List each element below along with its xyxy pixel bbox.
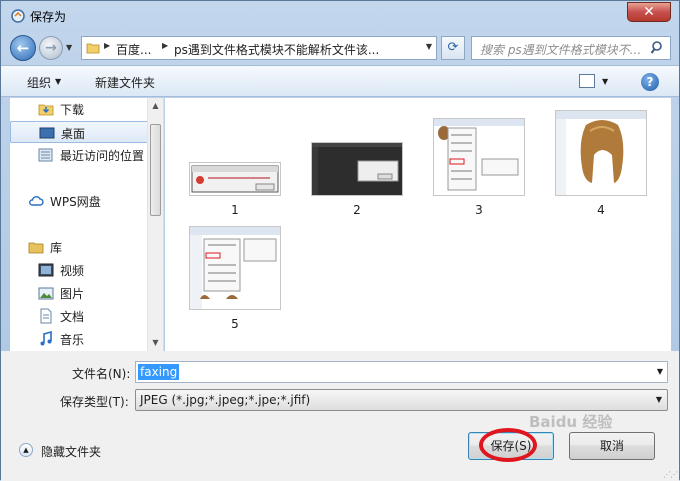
- close-button[interactable]: ✕: [627, 2, 671, 22]
- video-icon: [38, 263, 54, 277]
- view-dropdown-icon[interactable]: ▼: [602, 77, 608, 86]
- file-thumbnail: [433, 118, 525, 196]
- search-icon[interactable]: [650, 40, 666, 56]
- sidebar-item-label: 最近访问的位置: [60, 149, 145, 163]
- watermark: Baidu 经验: [529, 413, 613, 431]
- filename-label: 文件名(N):: [72, 367, 131, 381]
- scroll-thumb[interactable]: [150, 124, 161, 216]
- filetype-dropdown-icon[interactable]: ▼: [656, 395, 662, 404]
- sidebar-item-label: 库: [50, 241, 63, 255]
- sidebar-item-recent[interactable]: 最近访问的位置: [10, 144, 150, 166]
- address-bar[interactable]: ▶ 百度... ▶ ps遇到文件格式模块不能解析文件该... ▼: [81, 36, 437, 60]
- help-button[interactable]: ?: [641, 73, 659, 91]
- filetype-value: JPEG (*.jpg;*.jpeg;*.jpe;*.jfif): [140, 393, 311, 407]
- sidebar-item-wps-cloud[interactable]: WPS网盘: [10, 190, 150, 212]
- sidebar-item-label: WPS网盘: [50, 195, 101, 209]
- address-dropdown-icon[interactable]: ▼: [426, 42, 432, 51]
- sidebar-item-label: 视频: [60, 264, 85, 278]
- scroll-up-icon[interactable]: ▲: [148, 98, 163, 114]
- file-name: 3: [475, 203, 483, 217]
- highlight-annotation: [479, 428, 537, 462]
- filename-dropdown-icon[interactable]: ▼: [657, 367, 663, 376]
- search-placeholder: 搜索 ps遇到文件格式模块不...: [480, 43, 642, 57]
- sidebar-item-label: 桌面: [61, 127, 86, 141]
- file-item[interactable]: 2: [311, 142, 403, 218]
- file-item[interactable]: 3: [433, 118, 525, 218]
- file-thumbnail: [555, 110, 647, 196]
- recent-places-icon: [38, 148, 53, 162]
- search-input[interactable]: 搜索 ps遇到文件格式模块不...: [471, 36, 671, 60]
- cloud-icon: [29, 196, 44, 206]
- sidebar-item-videos[interactable]: 视频: [10, 259, 150, 281]
- window-title: 保存为: [30, 10, 67, 24]
- title-bar: 保存为 ✕: [1, 1, 679, 31]
- document-icon: [40, 308, 52, 324]
- filetype-select[interactable]: JPEG (*.jpg;*.jpeg;*.jpe;*.jfif) ▼: [135, 389, 668, 411]
- navigation-bar: ← → ▼ ▶ 百度... ▶ ps遇到文件格式模块不能解析文件该... ▼ ⟳…: [1, 31, 679, 65]
- recent-pages-dropdown-icon[interactable]: ▼: [66, 43, 72, 52]
- sidebar-item-label: 音乐: [60, 333, 85, 347]
- library-icon: [28, 242, 44, 254]
- download-folder-icon: [38, 104, 54, 116]
- sidebar-item-label: 下载: [60, 103, 85, 117]
- navigation-pane: 下载 桌面 最近访问的位置 WPS网盘 库 视频 图片 文档 音乐 ▲ ▼: [10, 98, 164, 351]
- file-name: 5: [231, 317, 239, 331]
- cancel-button[interactable]: 取消: [569, 432, 655, 460]
- filename-value[interactable]: faxing: [138, 364, 180, 380]
- forward-arrow-icon: →: [45, 40, 57, 56]
- scroll-down-icon[interactable]: ▼: [148, 335, 163, 351]
- back-button[interactable]: ←: [10, 35, 36, 61]
- sidebar-item-downloads[interactable]: 下载: [10, 98, 150, 120]
- refresh-icon: ⟳: [447, 40, 459, 55]
- breadcrumb-segment[interactable]: ps遇到文件格式模块不能解析文件该...: [174, 41, 414, 58]
- folder-icon: [86, 43, 100, 54]
- file-name: 2: [353, 203, 361, 217]
- file-list: 1 2 3 4 5: [165, 98, 671, 351]
- save-as-dialog: 保存为 ✕ ← → ▼ ▶ 百度... ▶ ps遇到文件格式模块不能解析文件该.…: [0, 0, 680, 481]
- music-icon: [40, 331, 52, 346]
- file-thumbnail: [189, 162, 281, 196]
- organize-button[interactable]: 组织: [27, 74, 51, 91]
- sidebar-item-label: 文档: [60, 310, 85, 324]
- file-thumbnail: [311, 142, 403, 196]
- resize-grip-icon[interactable]: ⋰⋰: [663, 470, 678, 479]
- refresh-button[interactable]: ⟳: [441, 36, 465, 60]
- new-folder-button[interactable]: 新建文件夹: [95, 74, 155, 91]
- sidebar-item-libraries[interactable]: 库: [10, 236, 150, 258]
- navigation-scrollbar[interactable]: ▲ ▼: [147, 98, 163, 351]
- sidebar-item-documents[interactable]: 文档: [10, 305, 150, 327]
- close-icon: ✕: [643, 4, 655, 20]
- sidebar-item-pictures[interactable]: 图片: [10, 282, 150, 304]
- app-icon: [11, 9, 25, 23]
- sidebar-item-label: 图片: [60, 287, 85, 301]
- file-item[interactable]: 5: [189, 226, 281, 332]
- breadcrumb-chevron-icon[interactable]: ▶: [104, 41, 110, 50]
- picture-icon: [38, 287, 54, 300]
- help-icon: ?: [646, 75, 654, 89]
- back-arrow-icon: ←: [16, 39, 30, 57]
- breadcrumb-segment[interactable]: 百度...: [116, 41, 151, 58]
- filetype-label: 保存类型(T):: [60, 395, 129, 409]
- sidebar-item-music[interactable]: 音乐: [10, 328, 150, 350]
- breadcrumb-chevron-icon[interactable]: ▶: [162, 41, 168, 50]
- forward-button[interactable]: →: [39, 36, 63, 60]
- desktop-icon: [39, 127, 55, 139]
- file-thumbnail: [189, 226, 281, 310]
- view-options-icon[interactable]: [579, 74, 595, 88]
- file-item[interactable]: 4: [555, 110, 647, 218]
- collapse-icon: ▲: [19, 443, 33, 457]
- hide-folders-label: 隐藏文件夹: [41, 445, 102, 459]
- sidebar-item-desktop[interactable]: 桌面: [10, 121, 150, 143]
- file-name: 1: [231, 203, 239, 217]
- file-name: 4: [597, 203, 605, 217]
- file-item[interactable]: 1: [189, 162, 281, 218]
- command-toolbar: 组织 ▼ 新建文件夹 ▼ ?: [1, 65, 679, 97]
- organize-dropdown-icon[interactable]: ▼: [55, 77, 61, 86]
- filename-field[interactable]: faxing ▼: [135, 361, 668, 383]
